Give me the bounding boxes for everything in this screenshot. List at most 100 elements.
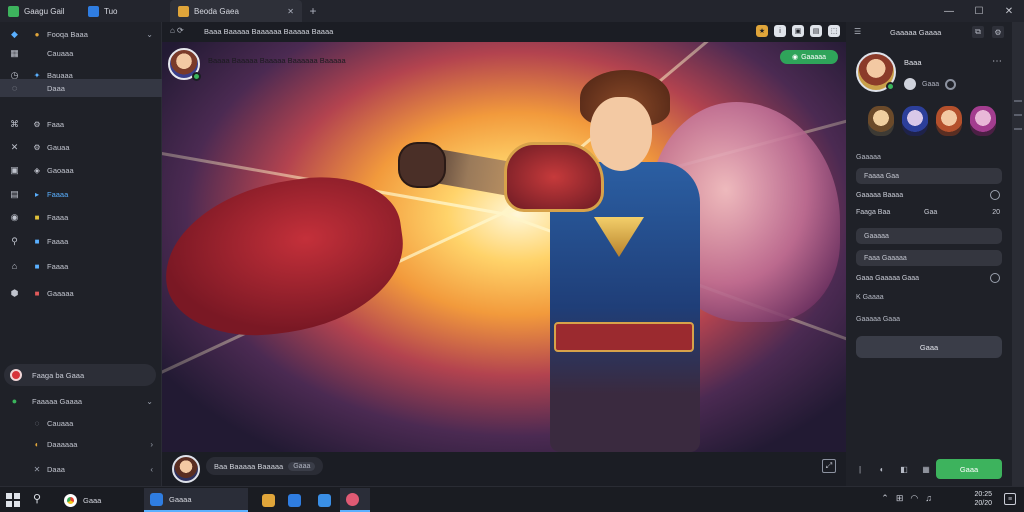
chevron-right-icon: ›: [150, 439, 153, 449]
more-options-icon[interactable]: ⋯: [992, 56, 1002, 67]
presenter-bar: Baa Baaaaa Baaaaa Gaaa ⤢: [162, 452, 846, 486]
status-icon: ●: [34, 29, 40, 39]
sidebar-item-11[interactable]: ⬢ ■ Gaaaaa: [0, 284, 162, 302]
cart-icon: ▸: [34, 189, 39, 199]
notification-icon[interactable]: ≡: [1004, 493, 1016, 505]
volume-icon[interactable]: ♫: [925, 493, 932, 504]
join-button[interactable]: Gaaa: [936, 459, 1002, 479]
stream-stage[interactable]: Baaaa Baaaaa Baaaaa Baaaaaa Baaaaa ◉ Gaa…: [162, 42, 846, 452]
share-icon[interactable]: ▣: [792, 25, 804, 37]
live-badge[interactable]: ◉ Gaaaaa: [780, 50, 838, 64]
row-2-label: Faaga Baa: [856, 208, 891, 216]
settings-icon[interactable]: ▤: [810, 25, 822, 37]
wifi-icon[interactable]: ◠: [910, 493, 918, 504]
search-icon[interactable]: ⚲: [33, 492, 41, 505]
circle-icon: ◌: [11, 83, 18, 93]
friends-row: [868, 106, 996, 136]
new-tab-button[interactable]: +: [302, 4, 324, 18]
toggle-icon[interactable]: [990, 273, 1000, 283]
hero-fist: [398, 142, 446, 188]
gear-icon: ⚙: [33, 119, 41, 129]
sidebar-item-10[interactable]: ⌂ ■ Faaaa: [0, 257, 162, 275]
sidebar-item-7[interactable]: ▤ ▸ Faaaa: [0, 185, 162, 203]
dot-icon: ✕: [33, 464, 41, 474]
presenter-name-pill[interactable]: Baa Baaaaa Baaaaa Gaaa: [206, 457, 324, 475]
sidebar-item-8[interactable]: ◉ ■ Faaaa: [0, 208, 162, 226]
fullscreen-icon[interactable]: ⬚: [828, 25, 840, 37]
hero-cape-left: [162, 166, 414, 348]
back-forward-icon[interactable]: ⌂ ⟳: [170, 26, 184, 35]
sidebar-item-1[interactable]: ▦ Cauaaa: [0, 44, 162, 62]
tab-1-label: Gaagu Gail: [24, 6, 65, 16]
mic-icon[interactable]: |: [854, 463, 866, 475]
dropbox-icon: ◆: [11, 28, 18, 39]
friend-avatar[interactable]: [868, 106, 894, 136]
sidebar-item-4[interactable]: ⌘ ⚙ Faaa: [0, 115, 162, 133]
main-content: ⌂ ⟳ Baaa Baaaaa Baaaaaa Baaaaa Baaaa ★ i…: [162, 22, 846, 486]
tab-2[interactable]: Tuo: [80, 0, 170, 22]
presenter-avatar[interactable]: [172, 455, 200, 483]
network-icon[interactable]: ⊞: [896, 493, 904, 504]
tab-1[interactable]: Gaagu Gail: [0, 0, 80, 22]
sidebar-lower-item-1[interactable]: ◌ Cauaaa: [0, 414, 162, 432]
sidebar-lower-item-2[interactable]: ◐ Daaaaaa ›: [0, 435, 162, 453]
record-label: Faaga ba Gaaa: [32, 370, 85, 380]
camera-icon[interactable]: ◧: [898, 463, 910, 475]
maximize-button[interactable]: ☐: [964, 0, 994, 22]
scrollbar[interactable]: [1012, 22, 1024, 486]
star-icon[interactable]: ★: [756, 25, 768, 37]
sidebar-item-3[interactable]: ◌ Daaa: [0, 79, 162, 97]
presenter-tag: Gaaa: [288, 461, 316, 471]
screen-share-icon[interactable]: ▦: [920, 463, 932, 475]
taskbar-app-0[interactable]: Gaaa: [58, 488, 138, 512]
row-3[interactable]: Gaaa Gaaaaa Gaaa: [856, 271, 1002, 285]
taskbar-store[interactable]: [282, 488, 307, 512]
windows-logo-icon: [6, 493, 12, 499]
clock[interactable]: 20:25 20/20: [974, 490, 992, 508]
taskbar-game[interactable]: [340, 488, 370, 512]
presenter-name: Baa Baaaaa Baaaaa: [214, 461, 284, 471]
popout-icon[interactable]: ⧉: [972, 26, 984, 38]
expand-icon[interactable]: ⤢: [822, 459, 836, 473]
profile-sub-row: Gaaa: [904, 78, 957, 90]
sidebar-item-0[interactable]: ◆ ● Fooqa Baaa ⌄: [0, 25, 162, 43]
close-window-button[interactable]: ✕: [994, 0, 1024, 22]
online-status-icon: [192, 72, 201, 81]
info-icon[interactable]: i: [774, 25, 786, 37]
sidebar-item-5[interactable]: ✕ ⚙ Gauaa: [0, 138, 162, 156]
online-status-icon: [886, 82, 895, 91]
taskbar-folder[interactable]: [256, 488, 281, 512]
sidebar-item-label: Fooqa Baaa: [47, 29, 88, 39]
sidebar-item-label: Gauaa: [47, 142, 70, 152]
action-button[interactable]: Gaaa: [856, 336, 1002, 358]
right-panel-footer: | ◐ ◧ ▦ Gaaa: [846, 452, 1012, 486]
headset-icon[interactable]: ◐: [876, 463, 888, 475]
sidebar-lower-item-3[interactable]: ✕ Daaa ‹: [0, 460, 162, 478]
friend-avatar[interactable]: [970, 106, 996, 136]
close-icon[interactable]: ✕: [287, 7, 294, 16]
sidebar-item-label: Gaaaaa: [47, 288, 74, 298]
field-1[interactable]: Faaaa Gaa: [856, 168, 1002, 184]
friend-avatar[interactable]: [936, 106, 962, 136]
sidebar-item-9[interactable]: ⚲ ■ Faaaa: [0, 232, 162, 250]
settings-icon[interactable]: ⚙: [992, 26, 1004, 38]
store-icon: ▤: [10, 188, 19, 199]
tab-3-active[interactable]: Beoda Gaea ✕: [170, 0, 302, 22]
sidebar-item-6[interactable]: ▣ ◈ Gaoaaa: [0, 161, 162, 179]
record-button[interactable]: Faaga ba Gaaa: [4, 364, 156, 386]
field-3[interactable]: Faaa Gaaaaa: [856, 250, 1002, 266]
sidebar-lower-item-0[interactable]: ● Faaaaa Gaaaa ⌄: [0, 392, 162, 410]
sidebar-item-label: Faaaa: [47, 189, 69, 199]
chevron-up-icon[interactable]: ⌃: [881, 493, 889, 504]
row-1[interactable]: Gaaaaa Baaaa: [856, 188, 1002, 202]
friend-avatar[interactable]: [902, 106, 928, 136]
minimize-button[interactable]: —: [934, 0, 964, 22]
record-icon: [10, 369, 22, 381]
taskbar-app-1[interactable]: Gaaaa: [144, 488, 248, 512]
menu-icon[interactable]: ☰: [854, 27, 861, 36]
start-button[interactable]: [6, 493, 20, 507]
section-label: Gaaaaa: [856, 154, 881, 161]
field-2[interactable]: Gaaaaa: [856, 228, 1002, 244]
toggle-icon[interactable]: [990, 190, 1000, 200]
taskbar-mail[interactable]: [312, 488, 337, 512]
